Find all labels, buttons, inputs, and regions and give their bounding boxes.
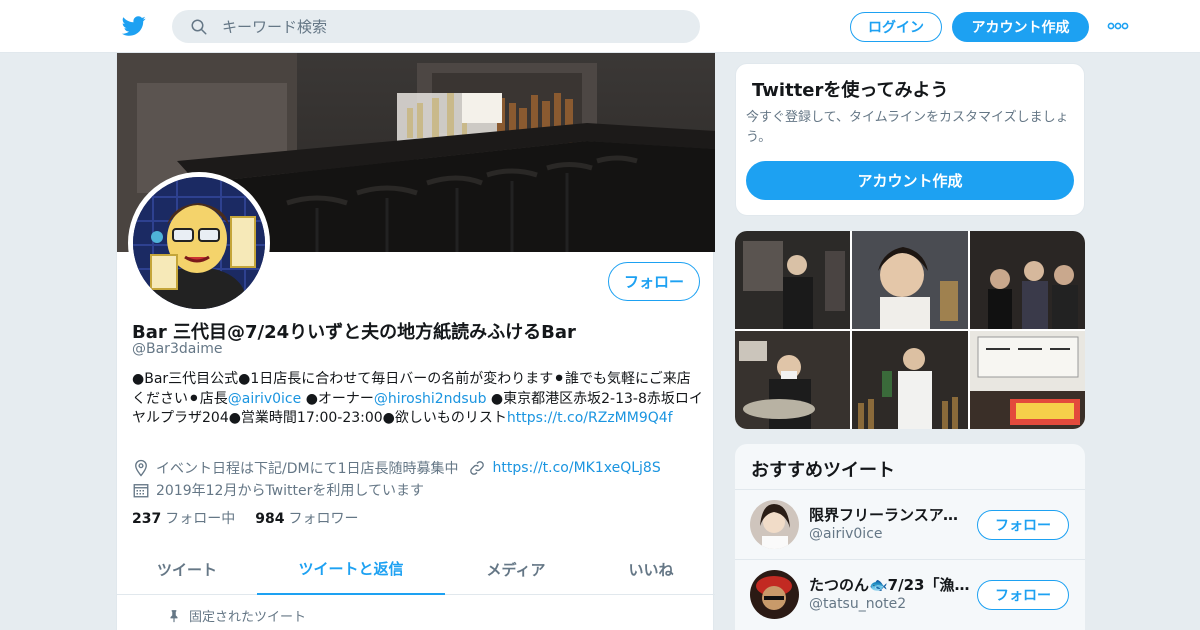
- tab-media[interactable]: メディア: [445, 543, 587, 595]
- recommended-user-avatar[interactable]: [750, 570, 799, 619]
- avatar-illustration: [133, 177, 265, 309]
- media-thumbnail-grid: [735, 231, 1085, 429]
- media-thumbnail[interactable]: [735, 331, 851, 429]
- pinned-text: 固定されたツイート: [189, 610, 307, 625]
- signup-promo-button[interactable]: アカウント作成: [746, 161, 1074, 200]
- profile-bio: ●Bar三代目公式●1日店長に合わせて毎日バーの名前が変わります⚫誰でも気軽にご…: [132, 370, 704, 429]
- tab-tweets-and-replies[interactable]: ツイートと返信: [257, 543, 445, 595]
- pinned-tweet-label: 固定されたツイート: [167, 606, 306, 625]
- recommended-follow-button[interactable]: フォロー: [977, 510, 1069, 540]
- followers-stat[interactable]: 984 フォロワー: [255, 508, 358, 528]
- signup-promo-description: 今すぐ登録して、タイムラインをカスタマイズしましょう。: [746, 110, 1069, 145]
- profile-stats: 237 フォロー中 984 フォロワー: [132, 508, 358, 528]
- follow-button[interactable]: フォロー: [608, 262, 700, 301]
- following-count: 237: [132, 511, 162, 527]
- bio-url-link[interactable]: https://t.co/RZzMM9Q4f: [507, 410, 673, 426]
- media-thumbnail[interactable]: [852, 331, 968, 429]
- signup-button[interactable]: アカウント作成: [952, 12, 1089, 42]
- profile-join-date: 2019年12月からTwitterを利用しています: [132, 480, 424, 500]
- media-thumbnail[interactable]: [852, 231, 968, 329]
- media-thumbnail[interactable]: [969, 331, 1085, 429]
- search-bar: [172, 10, 700, 43]
- bio-mention-link[interactable]: @airiv0ice: [228, 391, 302, 407]
- profile-website-link[interactable]: https://t.co/MK1xeQLj8S: [492, 460, 660, 476]
- signup-promo-title: Twitterを使ってみよう: [752, 80, 949, 101]
- location-pin-icon: [135, 459, 147, 477]
- followers-count: 984: [255, 511, 285, 527]
- following-label: フォロー中: [165, 511, 236, 527]
- pin-icon: [170, 609, 178, 622]
- recommended-user-handle: @tatsu_note2: [809, 596, 907, 612]
- recommended-user-handle: @airiv0ice: [809, 526, 883, 542]
- more-options-icon[interactable]: [1107, 20, 1129, 32]
- location-text: イベント日程は下記/DMにて1日店長随時募集中: [156, 461, 459, 477]
- join-date-text: 2019年12月からTwitterを利用しています: [156, 483, 424, 499]
- profile-avatar[interactable]: [128, 172, 270, 314]
- profile-tabs: ツイート ツイートと返信 メディア いいね: [117, 543, 715, 595]
- signup-promo-box: Twitterを使ってみよう 今すぐ登録して、タイムラインをカスタマイズしましょ…: [735, 63, 1085, 216]
- recommended-user-item[interactable]: たつのん🐟7/23「漁師バー」 @tatsu_note2 フォロー: [735, 559, 1085, 629]
- tab-tweets[interactable]: ツイート: [117, 543, 257, 595]
- recommended-user-name[interactable]: たつのん🐟7/23「漁師バー」: [809, 574, 971, 595]
- calendar-icon: [133, 484, 149, 498]
- bio-mention-link[interactable]: @hiroshi2ndsub: [374, 391, 487, 407]
- profile-location: イベント日程は下記/DMにて1日店長随時募集中 https://t.co/MK1…: [132, 458, 661, 478]
- bio-text: ●オーナー: [301, 390, 374, 407]
- top-navigation-bar: ログイン アカウント作成: [0, 0, 1200, 53]
- search-icon: [191, 19, 207, 35]
- profile-card: フォロー Bar 三代目@7/24りいずと夫の地方紙読みふけるBar @Bar3…: [116, 53, 715, 630]
- followers-label: フォロワー: [288, 511, 359, 527]
- recommended-user-avatar[interactable]: [750, 500, 799, 549]
- recommended-user-name[interactable]: 限界フリーランスアイリ: [809, 504, 971, 525]
- tab-likes[interactable]: いいね: [587, 543, 715, 595]
- link-icon: [470, 461, 485, 475]
- recommended-follow-button[interactable]: フォロー: [977, 580, 1069, 610]
- login-button[interactable]: ログイン: [850, 12, 942, 42]
- recommended-title: おすすめツイート: [751, 460, 895, 481]
- profile-handle[interactable]: @Bar3daime: [132, 341, 222, 357]
- media-thumbnail[interactable]: [735, 231, 851, 329]
- media-thumbnail[interactable]: [969, 231, 1085, 329]
- recommended-user-item[interactable]: 限界フリーランスアイリ @airiv0ice フォロー: [735, 489, 1085, 559]
- recommended-tweets-panel: おすすめツイート 限界フリーランスアイリ @airiv0ice フォロー たつの…: [735, 444, 1085, 630]
- following-stat[interactable]: 237 フォロー中: [132, 508, 235, 528]
- search-input[interactable]: [222, 10, 682, 43]
- twitter-bird-icon[interactable]: [121, 14, 147, 38]
